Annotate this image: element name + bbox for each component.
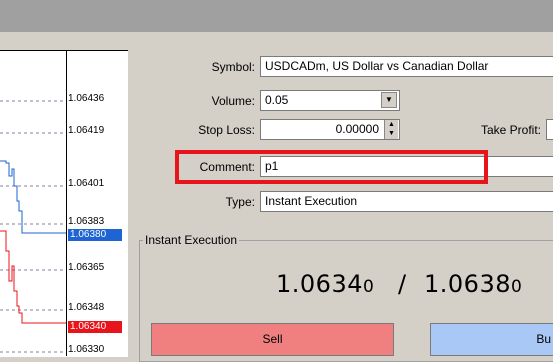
quote-separator: /: [398, 270, 407, 298]
price-tick: 1.06436: [68, 93, 105, 104]
buy-button[interactable]: Bu: [430, 323, 553, 356]
price-axis-line: [66, 50, 67, 356]
chart-svg: [0, 100, 66, 353]
spin-down-icon[interactable]: ▼: [385, 129, 398, 138]
sell-button[interactable]: Sell: [151, 323, 394, 356]
stoploss-label: Stop Loss:: [198, 123, 255, 137]
takeprofit-input[interactable]: [546, 119, 553, 140]
bid-quote-pip: 0: [362, 277, 375, 297]
volume-label: Volume:: [211, 94, 255, 108]
symbol-select[interactable]: USDCADm, US Dollar vs Canadian Dollar: [260, 56, 553, 77]
ask-quote-pip: 0: [510, 277, 523, 297]
price-tick: 1.06348: [68, 302, 105, 313]
bid-quote-main: 1.0634: [276, 270, 363, 298]
price-tick: 1.06383: [68, 216, 105, 227]
bid-price-marker: 1.06340: [68, 321, 122, 333]
bid-quote: 1.06340: [276, 270, 374, 298]
volume-combobox[interactable]: 0.05: [260, 90, 400, 111]
bid-line: [0, 230, 66, 324]
stoploss-input[interactable]: 0.00000: [260, 119, 400, 140]
volume-value: 0.05: [265, 93, 289, 107]
price-chart: [0, 50, 128, 357]
comment-highlight-box: [175, 150, 488, 184]
type-select[interactable]: Instant Execution: [260, 191, 553, 212]
takeprofit-label: Take Profit:: [480, 123, 541, 137]
group-label: Instant Execution: [143, 233, 240, 247]
stoploss-spinner[interactable]: ▲ ▼: [384, 120, 398, 139]
window-titlebar: [0, 0, 553, 32]
volume-dropdown-button[interactable]: ▼: [381, 92, 397, 108]
price-tick: 1.06365: [68, 262, 105, 273]
ask-quote-main: 1.0638: [424, 270, 511, 298]
price-tick: 1.06401: [68, 178, 105, 189]
spin-up-icon[interactable]: ▲: [385, 120, 398, 129]
ask-line: [0, 160, 66, 234]
ask-quote: 1.06380: [424, 270, 522, 298]
chevron-down-icon: ▼: [385, 95, 393, 104]
symbol-label: Symbol:: [211, 60, 255, 74]
type-label: Type:: [225, 195, 255, 209]
ask-price-marker: 1.06380: [68, 229, 122, 241]
price-tick: 1.06330: [68, 344, 105, 355]
price-tick: 1.06419: [68, 125, 105, 136]
